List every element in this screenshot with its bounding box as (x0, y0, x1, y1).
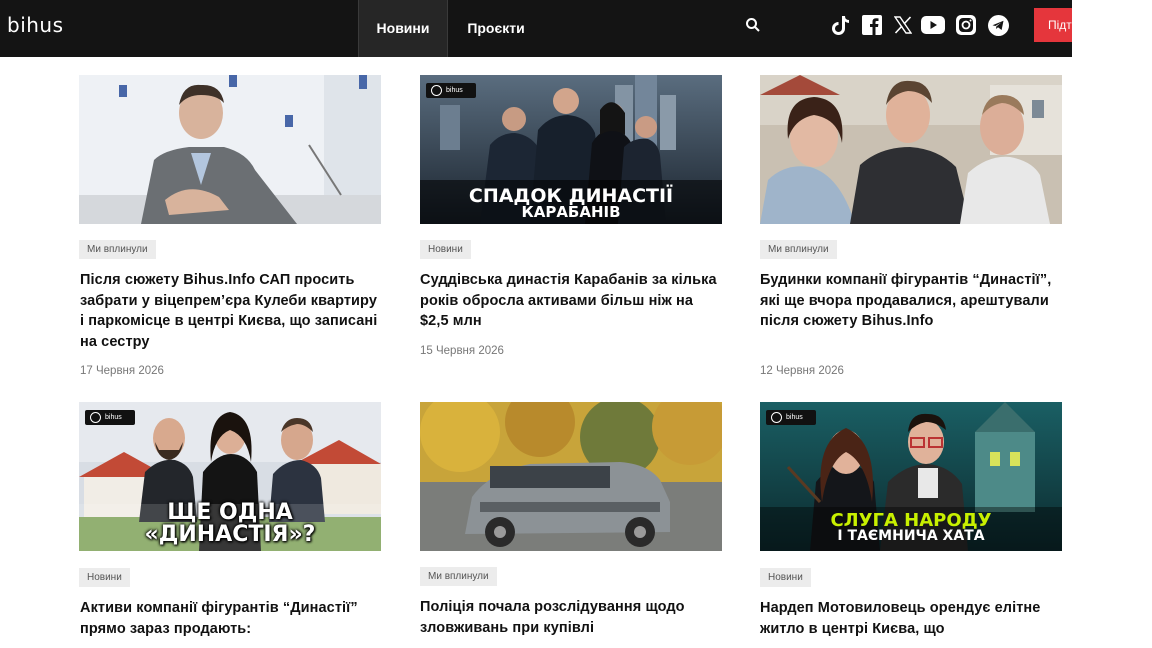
category-tag[interactable]: Новини (420, 240, 471, 259)
page-margin (1072, 0, 1152, 648)
tiktok-icon[interactable] (832, 15, 850, 35)
bihus-badge: bihus (426, 83, 476, 98)
article-image[interactable]: bihus СПАДОК ДИНАСТІЇ КАРАБАНІВ (420, 75, 722, 224)
article-title[interactable]: Поліція почала розслідування щодо зловжи… (420, 597, 725, 638)
site-logo[interactable]: bihus (7, 13, 64, 37)
bihus-badge: bihus (85, 410, 135, 425)
nav-tab-projects[interactable]: Проєкти (458, 0, 534, 57)
article-title[interactable]: Активи компанії фігурантів “Династії” пр… (80, 598, 385, 639)
instagram-icon[interactable] (956, 15, 976, 35)
category-tag[interactable]: Ми вплинули (420, 567, 497, 586)
facebook-icon[interactable] (862, 15, 882, 35)
article-title[interactable]: Після сюжету Bihus.Info САП просить забр… (80, 270, 385, 353)
image-caption: «ДИНАСТІЯ»? (144, 522, 316, 547)
category-tag[interactable]: Ми вплинули (760, 240, 837, 259)
bihus-badge: bihus (766, 410, 816, 425)
image-caption: КАРАБАНІВ (521, 203, 621, 221)
article-title[interactable]: Нардеп Мотовиловець орендує елітне житло… (760, 598, 1065, 639)
category-tag[interactable]: Ми вплинули (79, 240, 156, 259)
article-image[interactable] (79, 75, 381, 224)
top-navigation-bar: bihus Новини Проєкти Підтримати (0, 0, 1072, 57)
article-image[interactable]: bihus ЩЕ ОДНА «ДИНАСТІЯ»? (79, 402, 381, 551)
article-title[interactable]: Будинки компанії фігурантів “Династії”, … (760, 270, 1065, 332)
article-date: 15 Червня 2026 (420, 345, 504, 357)
search-icon[interactable] (745, 17, 761, 33)
article-image[interactable] (420, 402, 722, 551)
nav-tab-news[interactable]: Новини (358, 0, 448, 57)
category-tag[interactable]: Новини (79, 568, 130, 587)
article-date: 12 Червня 2026 (760, 365, 844, 377)
article-title[interactable]: Суддівська династія Карабанів за кілька … (420, 270, 725, 332)
image-caption: ЩЕ ОДНА (167, 500, 293, 525)
support-button[interactable]: Підтримати (1034, 8, 1072, 42)
youtube-icon[interactable] (921, 16, 945, 34)
telegram-icon[interactable] (988, 15, 1009, 36)
article-image[interactable] (760, 75, 1062, 224)
article-date: 17 Червня 2026 (80, 365, 164, 377)
article-image[interactable]: bihus СЛУГА НАРОДУ І ТАЄМНИЧА ХАТА (760, 402, 1062, 551)
image-caption: І ТАЄМНИЧА ХАТА (837, 528, 985, 544)
x-icon[interactable] (894, 16, 912, 34)
category-tag[interactable]: Новини (760, 568, 811, 587)
